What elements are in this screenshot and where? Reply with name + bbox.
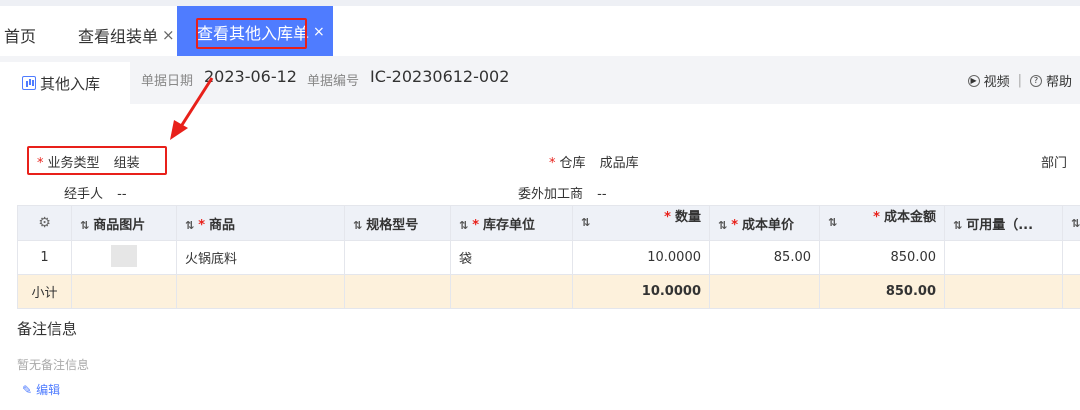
tab-view-assembly-label: 查看组装单: [78, 27, 159, 46]
question-icon: ?: [1029, 74, 1042, 87]
edit-icon: ✎: [22, 382, 33, 397]
required-mark: *: [664, 210, 671, 225]
column-label: 可用量（...: [966, 217, 1034, 233]
highlight-box: [196, 18, 307, 49]
sort-icon[interactable]: ⇅: [459, 219, 468, 232]
help-links: ▶ 视频 | ? 帮助: [967, 71, 1072, 90]
required-mark: *: [472, 217, 480, 233]
required-mark: *: [198, 217, 206, 233]
empty-cell: [944, 274, 1063, 309]
column-header-spec[interactable]: ⇅ 规格型号: [344, 205, 451, 241]
empty-cell: [176, 274, 345, 309]
close-icon[interactable]: ×: [313, 24, 325, 40]
table-header-row: ⚙ ⇅ 商品图片 ⇅ * 商品 ⇅ 规格型号 ⇅ * 库存单位 ⇅ * 数量 ⇅ * 成本单价 ⇅ *…: [17, 205, 1080, 241]
tab-home-label: 首页: [4, 27, 37, 46]
product-image-cell[interactable]: [71, 240, 177, 275]
spec-cell[interactable]: [344, 240, 451, 275]
chart-icon: [22, 76, 36, 90]
required-mark: *: [731, 217, 739, 233]
column-header-more[interactable]: ⇅: [1062, 205, 1080, 241]
row-index: 1: [17, 240, 72, 275]
page-title: 其他入库: [40, 74, 101, 93]
processor-value[interactable]: --: [597, 187, 606, 202]
sort-icon[interactable]: ⇅: [718, 219, 727, 232]
required-mark: *: [873, 210, 880, 225]
sort-icon[interactable]: ⇅: [1071, 217, 1080, 230]
red-arrow-annotation: [170, 77, 214, 140]
doc-no-value: IC-20230612-002: [370, 67, 510, 86]
subtotal-qty: 10.0000: [572, 274, 710, 309]
column-header-cost-amount[interactable]: ⇅ * 成本金额: [819, 205, 945, 241]
sort-icon[interactable]: ⇅: [185, 219, 194, 232]
subtotal-cost-amount: 850.00: [819, 274, 945, 309]
processor-field: 委外加工商 --: [518, 183, 607, 202]
gear-icon[interactable]: ⚙: [38, 215, 51, 231]
column-header-qty[interactable]: ⇅ * 数量: [572, 205, 710, 241]
sort-icon[interactable]: ⇅: [80, 219, 89, 232]
column-header-unit-cost[interactable]: ⇅ * 成本单价: [709, 205, 820, 241]
column-label: 数量: [674, 210, 701, 225]
edit-label: 编辑: [36, 383, 61, 397]
tab-view-other-inbound[interactable]: 查看其他入库单 ×: [177, 6, 333, 58]
play-icon: ▶: [967, 74, 980, 87]
unit-cell[interactable]: 袋: [450, 240, 573, 275]
required-mark: *: [549, 156, 556, 171]
column-label: 成本金额: [883, 210, 936, 225]
highlight-box: [27, 146, 167, 175]
product-cell[interactable]: 火锅底料: [176, 240, 345, 275]
column-label: 库存单位: [483, 217, 536, 233]
table-row[interactable]: 1 火锅底料 袋 10.0000 85.00 850.00: [17, 240, 1080, 275]
column-label: 成本单价: [742, 217, 795, 233]
cost-amount-cell[interactable]: 850.00: [819, 240, 945, 275]
handler-field: 经手人 --: [64, 183, 127, 202]
handler-value[interactable]: --: [117, 187, 126, 202]
product-thumbnail[interactable]: [111, 244, 137, 267]
column-label: 商品图片: [93, 217, 146, 233]
sort-icon[interactable]: ⇅: [828, 207, 837, 240]
warehouse-value[interactable]: 成品库: [600, 156, 639, 171]
tab-view-assembly[interactable]: 查看组装单 ×: [78, 12, 175, 58]
help-link[interactable]: 帮助: [1046, 71, 1072, 90]
empty-cell: [450, 274, 573, 309]
unit-cost-cell[interactable]: 85.00: [709, 240, 820, 275]
empty-cell: [1062, 274, 1080, 309]
column-label: 商品: [209, 217, 236, 233]
column-header-available[interactable]: ⇅ 可用量（...: [944, 205, 1063, 241]
sort-icon[interactable]: ⇅: [953, 219, 962, 232]
sort-icon[interactable]: ⇅: [581, 207, 590, 240]
items-table: ⚙ ⇅ 商品图片 ⇅ * 商品 ⇅ 规格型号 ⇅ * 库存单位 ⇅ * 数量 ⇅ * 成本单价 ⇅ *…: [17, 205, 1080, 309]
processor-label: 委外加工商: [518, 187, 584, 202]
column-label: 规格型号: [366, 217, 419, 233]
empty-cell: [71, 274, 177, 309]
divider: |: [1017, 73, 1022, 88]
column-settings[interactable]: ⚙: [17, 205, 72, 241]
dept-field: 部门: [1041, 152, 1067, 171]
empty-cell: [709, 274, 820, 309]
available-cell: [944, 240, 1063, 275]
warehouse-field: * 仓库 成品库: [549, 152, 639, 171]
column-header-image[interactable]: ⇅ 商品图片: [71, 205, 177, 241]
handler-label: 经手人: [64, 187, 104, 202]
subtotal-row: 小计 10.0000 850.00: [17, 274, 1080, 309]
tab-home[interactable]: 首页: [4, 12, 36, 58]
tab-bar: 首页 查看组装单 × 查看其他入库单 ×: [0, 0, 1080, 58]
close-icon[interactable]: ×: [162, 26, 175, 44]
sort-icon[interactable]: ⇅: [353, 219, 362, 232]
column-header-product[interactable]: ⇅ * 商品: [176, 205, 345, 241]
column-header-unit[interactable]: ⇅ * 库存单位: [450, 205, 573, 241]
qty-cell[interactable]: 10.0000: [572, 240, 710, 275]
empty-cell: [344, 274, 451, 309]
video-link[interactable]: 视频: [984, 71, 1010, 90]
notes-empty-text: 暂无备注信息: [17, 358, 90, 372]
notes-title: 备注信息: [17, 320, 78, 338]
document-header: 其他入库 单据日期 2023-06-12 单据编号 IC-20230612-00…: [0, 56, 1080, 104]
dept-label: 部门: [1041, 156, 1068, 171]
doc-no-label: 单据编号: [307, 74, 360, 89]
subtotal-label: 小计: [17, 274, 72, 309]
page-title-tab[interactable]: 其他入库: [0, 62, 130, 104]
warehouse-label: 仓库: [559, 156, 586, 171]
extra-cell: [1062, 240, 1080, 275]
edit-notes-button[interactable]: ✎ 编辑: [22, 381, 60, 398]
